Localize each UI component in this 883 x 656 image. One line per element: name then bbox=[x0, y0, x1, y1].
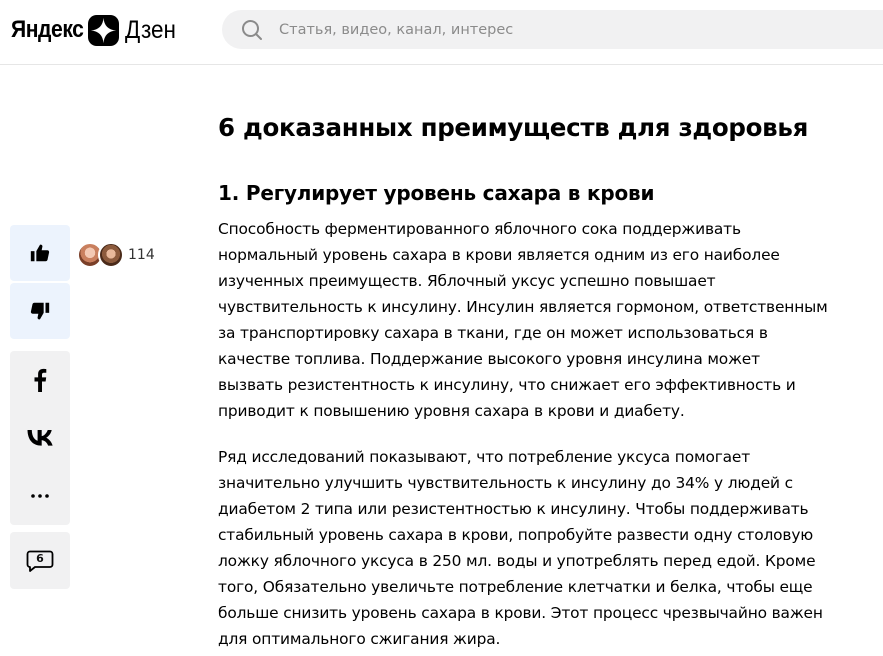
like-count: 114 bbox=[128, 247, 155, 263]
dzen-star-icon bbox=[88, 14, 119, 46]
logo-yandex-text: Яндекс bbox=[11, 16, 84, 43]
section-heading: 6 доказанных преимуществ для здоровья bbox=[218, 113, 809, 142]
subsection-heading: 1. Регулирует уровень сахара в крови bbox=[218, 181, 655, 205]
article-paragraph: Ряд исследований показывают, что потребл… bbox=[218, 448, 823, 648]
thumb-down-icon bbox=[30, 302, 50, 320]
likers-summary[interactable]: 114 bbox=[77, 242, 155, 268]
more-dots-icon bbox=[31, 494, 49, 498]
share-vk-button[interactable] bbox=[10, 409, 70, 467]
search-bar[interactable] bbox=[222, 10, 883, 49]
share-panel bbox=[10, 351, 70, 525]
avatar bbox=[98, 242, 124, 268]
like-button[interactable] bbox=[10, 225, 70, 281]
search-input[interactable] bbox=[279, 21, 839, 38]
facebook-icon bbox=[34, 368, 47, 392]
comment-count: 6 bbox=[36, 551, 44, 565]
share-facebook-button[interactable] bbox=[10, 351, 70, 409]
reaction-panel bbox=[10, 225, 70, 339]
yandex-dzen-logo[interactable]: Яндекс Дзен bbox=[11, 14, 182, 46]
logo-dzen-text: Дзен bbox=[125, 15, 176, 44]
dislike-button[interactable] bbox=[10, 283, 70, 339]
thumb-up-icon bbox=[30, 244, 50, 262]
more-options-button[interactable] bbox=[10, 467, 70, 525]
comment-badge: 6 bbox=[26, 550, 54, 572]
vk-icon bbox=[27, 430, 53, 446]
top-header: Яндекс Дзен bbox=[0, 0, 883, 65]
search-icon bbox=[242, 19, 262, 40]
article-paragraph: Способность ферментированного яблочного … bbox=[218, 220, 828, 420]
comments-button[interactable]: 6 bbox=[10, 532, 70, 589]
